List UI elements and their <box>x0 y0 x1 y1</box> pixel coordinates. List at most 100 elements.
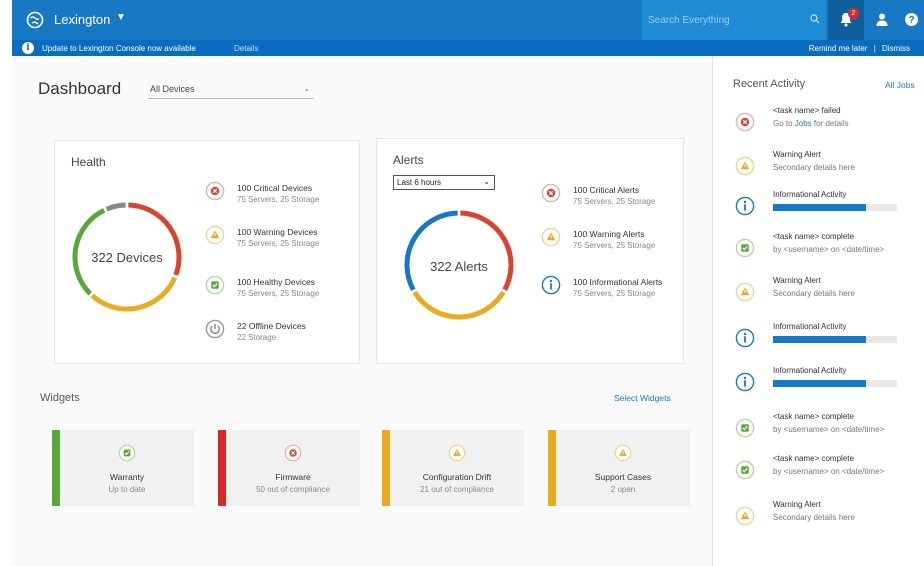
widget-configuration-drift[interactable]: Configuration Drift 21 out of compliance <box>382 430 524 506</box>
health-total: 322 Devices <box>91 250 163 265</box>
widget-color-bar <box>382 430 390 506</box>
alerts-button[interactable]: 2 <box>828 0 864 40</box>
health-item-healthy[interactable]: 100 Healthy Devices 75 Servers, 25 Stora… <box>205 275 345 305</box>
widget-support-cases[interactable]: Support Cases 2 open <box>548 430 690 506</box>
widget-title: Configuration Drift <box>422 472 492 482</box>
activity-sub: Secondary details here <box>773 289 855 298</box>
all-jobs-link[interactable]: All Jobs <box>885 80 915 90</box>
notice-details-link[interactable]: Details <box>234 44 258 53</box>
critical-icon <box>735 112 755 132</box>
activity-title: Informational Activity <box>773 190 847 199</box>
health-card: Health 322 Devices 100 Critical Devices … <box>54 140 360 364</box>
healthy-icon <box>205 275 225 295</box>
time-range-select[interactable]: Last 6 hours ⌄ <box>393 175 495 190</box>
activity-progress-fill <box>773 336 866 343</box>
alerts-item-informational[interactable]: 100 Informational Alerts 75 Servers, 25 … <box>541 275 681 305</box>
dismiss-link[interactable]: Dismiss <box>882 44 910 53</box>
alerts-item-sub: 75 Servers, 25 Storage <box>573 241 656 250</box>
health-item-offline[interactable]: 22 Offline Devices 22 Storage <box>205 319 345 349</box>
activity-progress-fill <box>773 204 866 211</box>
health-item-sub: 22 Storage <box>237 333 277 342</box>
recent-activity-panel: Recent Activity All Jobs <task name> fai… <box>712 56 924 566</box>
widget-warranty[interactable]: Warranty Up to date <box>52 430 194 506</box>
healthy-icon <box>735 460 755 480</box>
activity-sub: Go to Jobs for details <box>773 119 849 128</box>
widget-title: Warranty <box>109 472 145 482</box>
widget-color-bar <box>548 430 556 506</box>
activity-sub: Secondary details here <box>773 163 855 172</box>
donut-segment-warning <box>90 276 178 312</box>
activity-sub-text: Go to <box>773 119 795 128</box>
activity-title: Informational Activity <box>773 322 847 331</box>
activity-item[interactable]: Informational Activity <box>735 366 919 410</box>
activity-sub: Secondary details here <box>773 513 855 522</box>
alerts-item-sub: 75 Servers, 25 Storage <box>573 289 656 298</box>
donut-segment-informational <box>404 210 458 292</box>
help-button[interactable]: ? <box>894 0 924 40</box>
healthy-icon <box>735 238 755 258</box>
activity-title: <task name> complete <box>773 412 854 421</box>
activity-item[interactable]: <task name> complete by <username> on <d… <box>735 232 919 276</box>
widget-color-bar <box>52 430 60 506</box>
app-brand[interactable]: Lexington <box>54 12 110 27</box>
info-icon <box>735 196 755 216</box>
activity-progress-bar <box>773 204 897 211</box>
activity-progress-bar <box>773 336 897 343</box>
alerts-total: 322 Alerts <box>430 259 488 274</box>
donut-segment-warning <box>412 290 506 320</box>
health-title: Health <box>71 155 106 169</box>
activity-item[interactable]: <task name> failed Go to Jobs for detail… <box>735 106 919 150</box>
device-filter-value: All Devices <box>150 84 195 94</box>
activity-sub-text: for details <box>811 119 849 128</box>
device-filter-select[interactable]: All Devices ⌄ <box>148 81 314 99</box>
remind-me-later-link[interactable]: Remind me later <box>809 44 868 53</box>
jobs-link[interactable]: Jobs <box>795 119 812 128</box>
notice-actions: Remind me later | Dismiss <box>809 44 910 53</box>
health-item-sub: 75 Servers, 25 Storage <box>237 195 320 204</box>
health-item-sub: 75 Servers, 25 Storage <box>237 239 320 248</box>
activity-item[interactable]: Warning Alert Secondary details here <box>735 150 919 194</box>
widget-sub: 2 open <box>610 485 636 494</box>
activity-sub: by <username> on <date/time> <box>773 245 885 254</box>
app-window: Lexington ▼ 2 ? <box>12 0 924 566</box>
search-input[interactable] <box>648 12 798 28</box>
activity-sub: by <username> on <date/time> <box>773 467 885 476</box>
activity-sub: by <username> on <date/time> <box>773 425 885 434</box>
critical-icon <box>205 181 225 201</box>
activity-item[interactable]: <task name> complete by <username> on <d… <box>735 454 919 498</box>
select-widgets-link[interactable]: Select Widgets <box>614 393 671 403</box>
activity-item[interactable]: <task name> complete by <username> on <d… <box>735 412 919 456</box>
user-icon <box>876 13 888 26</box>
health-item-warning[interactable]: 100 Warning Devices 75 Servers, 25 Stora… <box>205 225 345 255</box>
help-icon: ? <box>905 13 918 26</box>
warning-icon <box>541 227 561 247</box>
alerts-card: Alerts Last 6 hours ⌄ 322 Alerts 100 Cri… <box>376 138 684 364</box>
widgets-title: Widgets <box>40 392 80 404</box>
alerts-item-critical[interactable]: 100 Critical Alerts 75 Servers, 25 Stora… <box>541 183 681 213</box>
recent-activity-title: Recent Activity <box>733 78 806 90</box>
widget-title: Support Cases <box>594 472 652 482</box>
alerts-item-title: 100 Warning Alerts <box>573 229 645 239</box>
activity-item[interactable]: Warning Alert Secondary details here <box>735 276 919 320</box>
health-item-critical[interactable]: 100 Critical Devices 75 Servers, 25 Stor… <box>205 181 345 211</box>
warning-icon <box>205 225 225 245</box>
health-item-sub: 75 Servers, 25 Storage <box>237 289 320 298</box>
activity-title: Warning Alert <box>773 276 821 285</box>
health-item-title: 100 Warning Devices <box>237 227 318 237</box>
globe-icon[interactable] <box>26 11 44 29</box>
alerts-item-warning[interactable]: 100 Warning Alerts 75 Servers, 25 Storag… <box>541 227 681 257</box>
chevron-down-icon: ⌄ <box>303 84 310 93</box>
widget-firmware[interactable]: Firmware 50 out of compliance <box>218 430 360 506</box>
info-icon: i <box>22 42 34 54</box>
time-range-value: Last 6 hours <box>397 178 442 187</box>
activity-item[interactable]: Informational Activity <box>735 322 919 366</box>
widget-color-bar <box>218 430 226 506</box>
activity-item[interactable]: Warning Alert Secondary details here <box>735 500 919 544</box>
search-icon[interactable] <box>810 14 820 24</box>
alerts-item-title: 100 Critical Alerts <box>573 185 640 195</box>
activity-title: Informational Activity <box>773 366 847 375</box>
activity-title: <task name> complete <box>773 454 854 463</box>
chevron-down-icon[interactable]: ▼ <box>116 12 126 23</box>
activity-item[interactable]: Informational Activity <box>735 190 919 234</box>
warning-icon <box>735 506 755 526</box>
